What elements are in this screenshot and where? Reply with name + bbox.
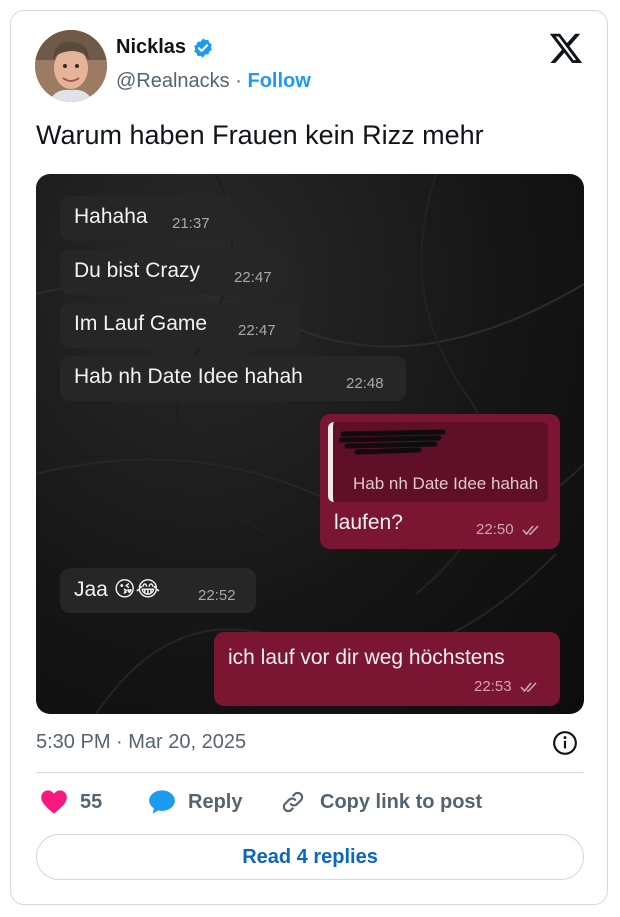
message-time: 21:37 bbox=[172, 215, 210, 232]
avatar-image bbox=[35, 30, 107, 102]
speech-bubble-icon bbox=[149, 790, 175, 814]
tweet-timestamp[interactable]: 5:30 PM · Mar 20, 2025 bbox=[36, 731, 246, 754]
redaction-scribble bbox=[339, 429, 446, 455]
author-handle[interactable]: @Realnacks bbox=[116, 70, 230, 92]
read-replies-label: Read 4 replies bbox=[242, 845, 378, 868]
double-check-icon bbox=[520, 682, 537, 693]
message-text: ich lauf vor dir weg höchstens bbox=[228, 646, 505, 669]
chat-bubble-incoming: Du bist Crazy 22:47 bbox=[60, 250, 288, 295]
chat-bubble-incoming: Hahaha 21:37 bbox=[60, 196, 234, 241]
message-text: Jaa 😘😂 bbox=[74, 578, 161, 601]
reply-button[interactable]: Reply bbox=[148, 789, 242, 815]
chat-bubble-incoming: Jaa 😘😂 22:52 bbox=[60, 568, 256, 613]
message-time: 22:52 bbox=[198, 587, 236, 604]
message-time: 22:47 bbox=[238, 322, 276, 339]
message-time: 22:53 bbox=[474, 678, 512, 695]
tweet-media-image[interactable]: Hahaha 21:37 Du bist Crazy 22:47 Im Lauf… bbox=[36, 174, 584, 714]
message-text: Hab nh Date Idee hahah bbox=[74, 365, 303, 388]
follow-button[interactable]: Follow bbox=[247, 70, 310, 92]
heart-icon bbox=[41, 790, 67, 814]
handle-separator: · bbox=[235, 70, 242, 92]
read-replies-button[interactable]: Read 4 replies bbox=[36, 834, 584, 880]
copy-link-button[interactable]: Copy link to post bbox=[278, 789, 482, 815]
x-logo-icon[interactable] bbox=[548, 30, 584, 66]
like-count: 55 bbox=[80, 790, 103, 813]
tweet-text: Warum haben Frauen kein Rizz mehr bbox=[36, 120, 484, 150]
quoted-text: Hab nh Date Idee hahah bbox=[353, 474, 539, 493]
message-time: 22:48 bbox=[346, 375, 384, 392]
chat-bubble-outgoing: ich lauf vor dir weg höchstens 22:53 bbox=[214, 632, 560, 706]
message-text: Hahaha bbox=[74, 205, 148, 228]
message-text: laufen? bbox=[334, 511, 403, 534]
chat-bubble-incoming: Hab nh Date Idee hahah 22:48 bbox=[60, 356, 406, 401]
author-name[interactable]: Nicklas bbox=[116, 36, 186, 59]
avatar[interactable] bbox=[35, 30, 107, 102]
chat-bubble-incoming: Im Lauf Game 22:47 bbox=[60, 303, 300, 348]
message-text: Im Lauf Game bbox=[74, 312, 208, 335]
info-icon[interactable] bbox=[552, 730, 578, 756]
like-button[interactable]: 55 bbox=[40, 789, 102, 815]
reply-label: Reply bbox=[188, 790, 243, 813]
quoted-message: Hab nh Date Idee hahah bbox=[328, 422, 548, 502]
copy-link-label: Copy link to post bbox=[320, 790, 483, 813]
divider bbox=[36, 772, 584, 773]
chat-bubble-outgoing: Hab nh Date Idee hahah laufen? 22:50 bbox=[320, 414, 560, 549]
double-check-icon bbox=[522, 525, 539, 536]
message-time: 22:47 bbox=[234, 269, 272, 286]
message-text: Du bist Crazy bbox=[74, 259, 201, 282]
verified-badge-icon bbox=[194, 37, 212, 58]
message-time: 22:50 bbox=[476, 521, 514, 538]
link-icon bbox=[282, 791, 304, 813]
